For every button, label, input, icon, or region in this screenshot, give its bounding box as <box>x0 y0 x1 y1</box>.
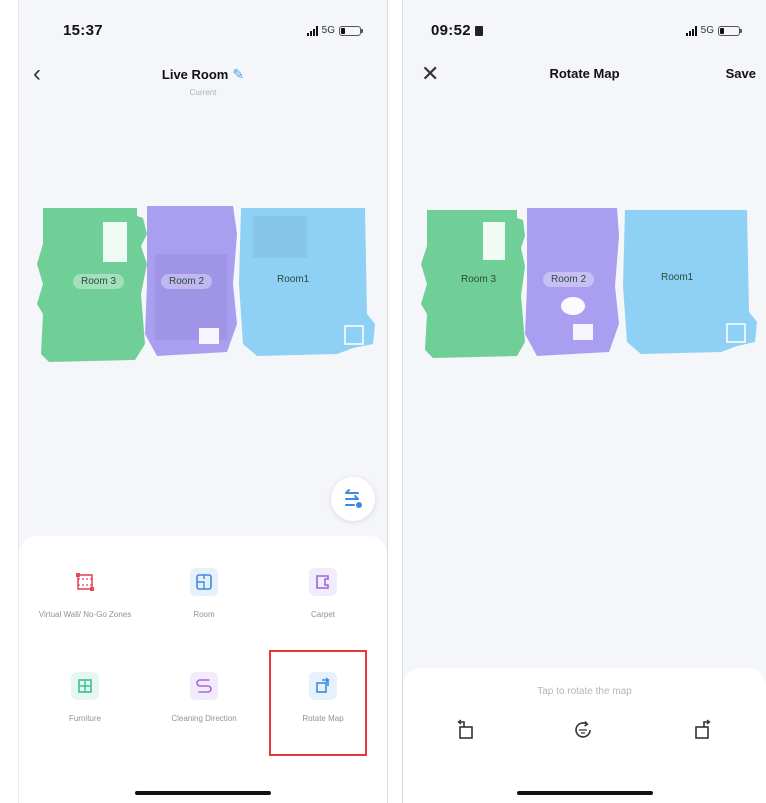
home-indicator <box>135 791 271 795</box>
reset-rotation-button[interactable] <box>569 716 597 744</box>
carpet-icon <box>309 568 337 596</box>
tool-room[interactable]: Room <box>156 568 252 676</box>
rotate-hint: Tap to rotate the map <box>537 686 632 697</box>
page-subtitle: Current <box>189 88 217 97</box>
page-title-text: Live Room <box>161 67 229 82</box>
cleaning-direction-icon <box>190 672 218 700</box>
reset-rotation-icon <box>575 721 591 738</box>
save-button[interactable]: Save <box>726 66 756 81</box>
home-indicator <box>516 791 653 795</box>
tool-label: Room <box>193 610 215 619</box>
map-edit-screen: 15:37 5G ‹ Live Room ✎ Current Room 3 Roo… <box>18 0 388 803</box>
room-label[interactable]: Room1 <box>269 272 317 287</box>
tool-cleaning-direction[interactable]: Cleaning Direction <box>156 672 252 780</box>
rotate-left-icon <box>457 719 473 739</box>
rotate-map-screen: 09:52 5G ✕ Rotate Map Save Room 3 Room 2… <box>402 0 766 803</box>
tool-furniture[interactable]: Furniture <box>37 672 133 780</box>
virtual-wall-icon <box>71 568 99 596</box>
network-label: 5G <box>700 25 714 36</box>
edit-name-icon[interactable]: ✎ <box>232 66 244 82</box>
room-label[interactable]: Room 2 <box>161 274 213 289</box>
room-label: Room 3 <box>461 274 497 285</box>
tool-virtual-wall[interactable]: Virtual Wall/ No-Go Zones <box>37 568 133 676</box>
tool-label: Virtual Wall/ No-Go Zones <box>38 610 132 619</box>
signal-icon <box>685 25 697 36</box>
signal-icon <box>306 25 318 36</box>
network-label: 5G <box>321 25 335 36</box>
battery-icon <box>718 25 742 36</box>
room-label: Room1 <box>661 272 694 283</box>
status-time: 15:37 <box>63 22 103 39</box>
room-label: Room 2 <box>543 272 595 287</box>
page-title: Rotate Map <box>549 66 620 81</box>
rotate-left-button[interactable] <box>451 716 479 744</box>
cleaning-route-button[interactable] <box>331 477 375 521</box>
page-title: Live Room ✎ <box>19 66 387 83</box>
room-label[interactable]: Room 3 <box>73 274 125 289</box>
nav-bar: ‹ Live Room ✎ Current <box>19 58 387 104</box>
status-time: 09:52 <box>431 22 483 39</box>
status-bar: 09:52 5G <box>403 0 766 52</box>
status-bar: 15:37 5G <box>19 0 387 52</box>
rotate-map-highlight-box <box>269 650 367 756</box>
tool-label: Furniture <box>68 714 101 723</box>
route-icon <box>345 489 362 508</box>
floor-map-preview[interactable]: Room 3 Room 2 Room1 <box>421 206 759 362</box>
battery-icon <box>339 25 363 36</box>
edit-tools-panel: Virtual Wall/ No-Go Zones Room Carpet Fu… <box>19 536 387 803</box>
status-indicators: 5G <box>306 25 363 36</box>
rotate-right-icon <box>695 719 711 739</box>
status-time-text: 09:52 <box>431 22 471 39</box>
furniture-icon <box>71 672 99 700</box>
nav-bar: ✕ Rotate Map Save <box>403 58 766 104</box>
sim-icon <box>474 26 483 36</box>
room-edit-icon <box>190 568 218 596</box>
floor-map[interactable]: Room 3 Room 2 Room1 <box>37 204 377 366</box>
tool-label: Carpet <box>310 610 335 619</box>
rotate-right-button[interactable] <box>689 716 717 744</box>
rotate-controls-panel: Tap to rotate the map <box>403 668 766 803</box>
status-indicators: 5G <box>685 25 742 36</box>
tool-label: Cleaning Direction <box>171 714 237 723</box>
